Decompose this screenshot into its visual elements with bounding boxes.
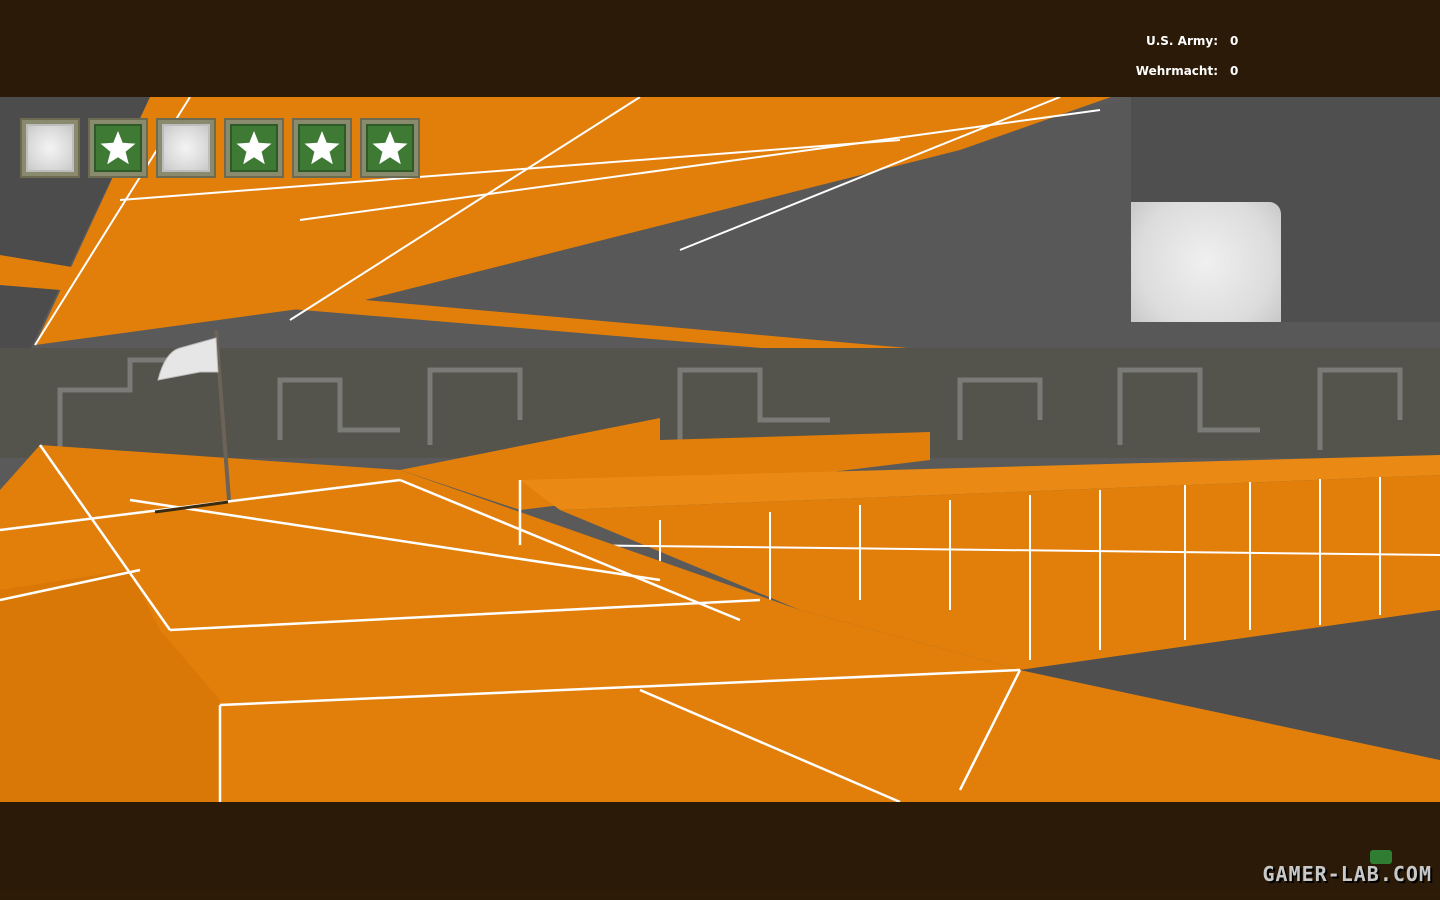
flag-slot-1 xyxy=(20,118,80,178)
team-name: Wehrmacht: xyxy=(1135,64,1218,78)
watermark-text: GAMER-LAB.COM xyxy=(1262,862,1432,886)
flag-status-bar xyxy=(20,118,420,178)
blank-flag-icon xyxy=(162,124,210,172)
score-row-us-army: U.S. Army: 0 xyxy=(1100,26,1260,56)
star-icon xyxy=(230,124,278,172)
team-score: 0 xyxy=(1230,64,1239,78)
star-icon xyxy=(298,124,346,172)
blank-flag-icon xyxy=(26,124,74,172)
team-scoreboard: U.S. Army: 0 Wehrmacht: 0 xyxy=(1100,26,1260,86)
team-score: 0 xyxy=(1230,34,1239,48)
score-row-wehrmacht: Wehrmacht: 0 xyxy=(1100,56,1260,86)
flag-slot-4 xyxy=(224,118,284,178)
minimap xyxy=(1131,97,1440,322)
star-icon xyxy=(366,124,414,172)
flag-slot-2 xyxy=(88,118,148,178)
minimap-flag-area xyxy=(1131,202,1281,322)
flag-slot-3 xyxy=(156,118,216,178)
team-name: U.S. Army: xyxy=(1145,34,1218,48)
star-icon xyxy=(94,124,142,172)
flag-slot-6 xyxy=(360,118,420,178)
flag-slot-5 xyxy=(292,118,352,178)
bottom-letterbox xyxy=(0,802,1440,900)
